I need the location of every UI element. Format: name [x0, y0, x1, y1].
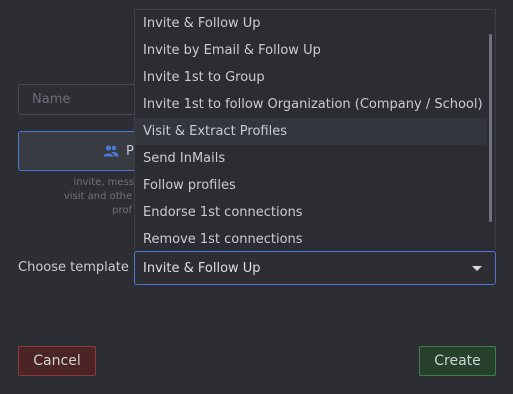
- choose-template-label: Choose template: [18, 260, 129, 275]
- dropdown-option[interactable]: Endorse 1st connections: [135, 199, 487, 226]
- dropdown-option[interactable]: Invite 1st to follow Organization (Compa…: [135, 91, 487, 118]
- people-icon: [103, 145, 119, 157]
- template-select-value: Invite & Follow Up: [143, 260, 261, 276]
- dropdown-option[interactable]: Send InMails: [135, 145, 487, 172]
- create-campaign-dialog: Pe invite, mess visit and othe prof Choo…: [0, 0, 513, 394]
- create-button[interactable]: Create: [419, 346, 496, 376]
- template-dropdown-menu: Invite & Follow Up Invite by Email & Fol…: [134, 9, 496, 249]
- dropdown-scrollbar[interactable]: [489, 34, 492, 222]
- template-description: invite, mess visit and othe prof: [62, 176, 134, 218]
- caret-down-icon: [472, 266, 482, 271]
- cancel-button[interactable]: Cancel: [18, 346, 96, 376]
- dropdown-option[interactable]: Invite 1st to Group: [135, 64, 487, 91]
- template-select[interactable]: Invite & Follow Up: [134, 251, 496, 285]
- description-line: prof: [112, 205, 132, 216]
- dropdown-option[interactable]: Invite & Follow Up: [135, 10, 487, 37]
- dropdown-option-hovered[interactable]: Visit & Extract Profiles: [135, 118, 487, 145]
- dropdown-option[interactable]: Follow profiles: [135, 172, 487, 199]
- description-line: invite, mess: [73, 177, 134, 188]
- description-line: visit and othe: [63, 191, 133, 202]
- dropdown-option[interactable]: Invite by Email & Follow Up: [135, 37, 487, 64]
- dropdown-option[interactable]: Remove 1st connections: [135, 226, 487, 249]
